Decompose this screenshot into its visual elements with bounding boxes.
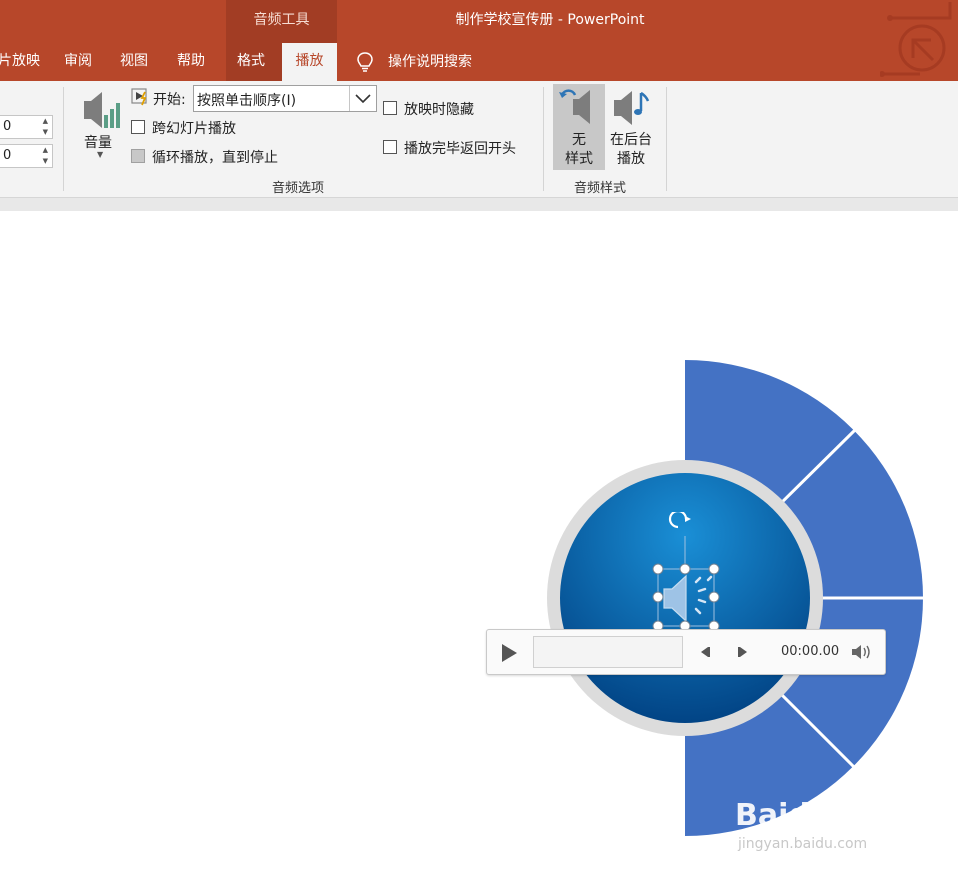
watermark-logo: Baidu经验 (735, 798, 892, 833)
loop-label: 循环播放，直到停止 (152, 150, 278, 166)
ribbon-separator (63, 87, 64, 191)
start-label: 开始: (153, 92, 186, 108)
play-icon[interactable] (499, 642, 519, 664)
tab-playback[interactable]: 播放 (282, 43, 337, 81)
no-style-label-line2: 样式 (565, 151, 593, 167)
rewind-checkbox[interactable] (383, 140, 397, 154)
play-start-icon (131, 88, 147, 106)
ribbon-bottom-bar (0, 197, 958, 212)
tell-me-search[interactable]: 操作说明搜索 (352, 43, 552, 81)
slide-graphic (547, 360, 930, 836)
speaker-music-note-icon (614, 91, 650, 125)
ribbon-separator (543, 87, 544, 191)
document-title: 制作学校宣传册 - PowerPoint (455, 12, 645, 28)
loop-checkbox[interactable] (131, 149, 145, 163)
decorative-pattern-icon (880, 2, 952, 77)
step-back-icon[interactable] (697, 644, 713, 660)
lightbulb-icon (357, 52, 373, 72)
tab-help[interactable]: 帮助 (177, 50, 205, 70)
progress-bar[interactable] (533, 636, 683, 668)
rewind-label: 播放完毕返回开头 (404, 141, 516, 157)
fade-in-spinner[interactable]: 0 ▲ ▼ (0, 115, 53, 139)
ribbon-separator (666, 87, 667, 191)
spin-down-icon[interactable]: ▼ (43, 128, 48, 136)
cross-slides-checkbox[interactable] (131, 120, 145, 134)
start-dropdown-value: 按照单击顺序(I) (197, 93, 297, 109)
undo-speaker-icon (559, 89, 590, 124)
tab-review[interactable]: 审阅 (64, 50, 92, 70)
chevron-down-icon: ▼ (97, 150, 104, 159)
fade-in-value: 0 (3, 119, 12, 134)
spin-up-icon[interactable]: ▲ (43, 117, 48, 125)
play-in-background-label-line1: 在后台 (610, 132, 652, 148)
slide-canvas (0, 211, 958, 876)
play-in-background-label-line2: 播放 (617, 151, 645, 167)
cross-slides-label: 跨幻灯片播放 (152, 121, 236, 137)
audio-options-group-label: 音频选项 (272, 181, 325, 196)
start-dropdown[interactable]: 按照单击顺序(I) (193, 85, 377, 112)
dropdown-button[interactable] (349, 86, 376, 111)
hide-during-show-checkbox[interactable] (383, 101, 397, 115)
no-style-label-line1: 无 (572, 132, 586, 148)
no-style-button[interactable]: 无 样式 (553, 84, 605, 170)
chevron-down-icon (355, 94, 371, 104)
play-in-background-button[interactable]: 在后台 播放 (606, 84, 656, 170)
hide-during-show-label: 放映时隐藏 (404, 102, 474, 118)
volume-label: 音量 (84, 135, 112, 151)
audio-styles-group-label: 音频样式 (574, 181, 627, 196)
audio-object[interactable] (645, 512, 725, 637)
spin-down-icon[interactable]: ▼ (43, 157, 48, 165)
volume-icon[interactable] (851, 643, 873, 661)
time-readout: 00:00.00 (781, 644, 840, 659)
fade-out-value: 0 (3, 148, 12, 163)
tab-slideshow[interactable]: 片放映 (0, 50, 40, 70)
tell-me-label: 操作说明搜索 (388, 54, 472, 70)
audio-player-controls: 00:00.00 (486, 629, 886, 675)
step-forward-icon[interactable] (735, 644, 751, 660)
fade-out-spinner[interactable]: 0 ▲ ▼ (0, 144, 53, 168)
watermark-url: jingyan.baidu.com (738, 836, 868, 852)
tab-format[interactable]: 格式 (237, 50, 265, 70)
tab-view[interactable]: 视图 (120, 50, 148, 70)
volume-button[interactable]: 音量 ▼ (78, 86, 124, 170)
speaker-volume-icon (84, 92, 120, 128)
spin-up-icon[interactable]: ▲ (43, 146, 48, 154)
